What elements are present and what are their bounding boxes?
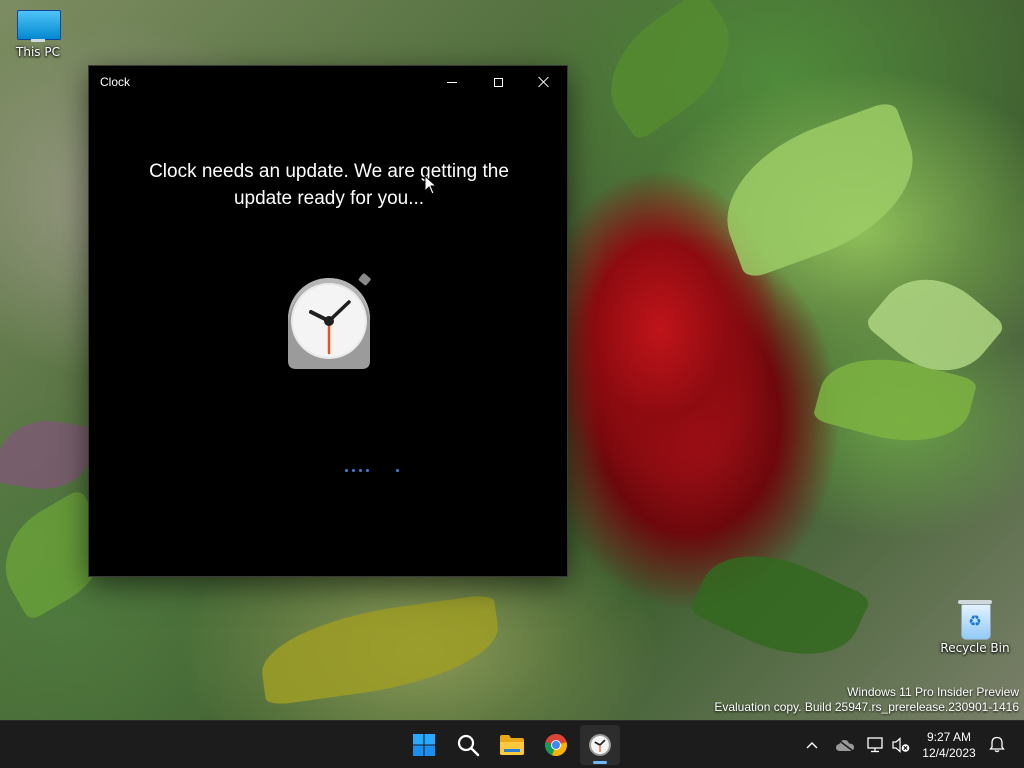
notification-bell-icon: [989, 736, 1005, 753]
taskbar-clock-button[interactable]: [580, 725, 620, 765]
network-tray-button[interactable]: [864, 721, 888, 768]
watermark-edition: Windows 11 Pro Insider Preview: [847, 685, 1019, 699]
clock-icon: [589, 734, 611, 756]
alarm-clock-icon: [288, 273, 371, 369]
show-hidden-icons-button[interactable]: [800, 721, 824, 768]
window-title: Clock: [100, 75, 131, 89]
desktop-icon-label: This PC: [16, 45, 60, 59]
minimize-icon: [447, 81, 457, 83]
taskbar-start-button[interactable]: [404, 725, 444, 765]
chrome-icon: [545, 734, 567, 757]
folder-icon: [500, 735, 524, 755]
chevron-up-icon: [806, 741, 818, 748]
desktop-icon-this-pc[interactable]: This PC: [2, 10, 74, 59]
tray-time: 9:27 AM: [926, 730, 972, 744]
taskbar: 9:27 AM 12/4/2023: [0, 720, 1024, 768]
windows-watermark: Windows 11 Pro Insider Preview Evaluatio…: [714, 685, 1019, 715]
maximize-button[interactable]: [475, 66, 521, 98]
search-icon: [457, 734, 480, 757]
window-titlebar[interactable]: Clock: [89, 66, 567, 98]
minimize-button[interactable]: [429, 66, 475, 98]
taskbar-file-explorer-button[interactable]: [492, 725, 532, 765]
onedrive-tray-button[interactable]: [832, 721, 858, 768]
close-icon: [538, 76, 550, 88]
taskbar-search-button[interactable]: [448, 725, 488, 765]
notifications-button[interactable]: [984, 721, 1010, 768]
maximize-icon: [493, 77, 503, 87]
close-button[interactable]: [521, 66, 567, 98]
taskbar-chrome-button[interactable]: [536, 725, 576, 765]
update-message: Clock needs an update. We are getting th…: [149, 161, 509, 209]
tray-date: 12/4/2023: [922, 746, 976, 760]
loading-progress-dots: [345, 469, 405, 473]
active-app-indicator: [593, 761, 607, 764]
windows-start-icon: [413, 734, 435, 756]
desktop-icon-label: Recycle Bin: [940, 641, 1010, 655]
mouse-cursor-icon: [424, 175, 438, 195]
taskbar-clock[interactable]: 9:27 AM 12/4/2023: [908, 729, 990, 761]
network-icon: [867, 736, 883, 752]
desktop-icon-recycle-bin[interactable]: ♻ Recycle Bin: [939, 598, 1011, 655]
onedrive-icon: [836, 737, 854, 752]
recycle-bin-icon: ♻: [958, 598, 992, 640]
clock-window[interactable]: Clock Clock needs an update. We are gett…: [88, 65, 568, 577]
watermark-build: Evaluation copy. Build 25947.rs_prerelea…: [714, 700, 1019, 714]
this-pc-icon: [17, 10, 61, 42]
